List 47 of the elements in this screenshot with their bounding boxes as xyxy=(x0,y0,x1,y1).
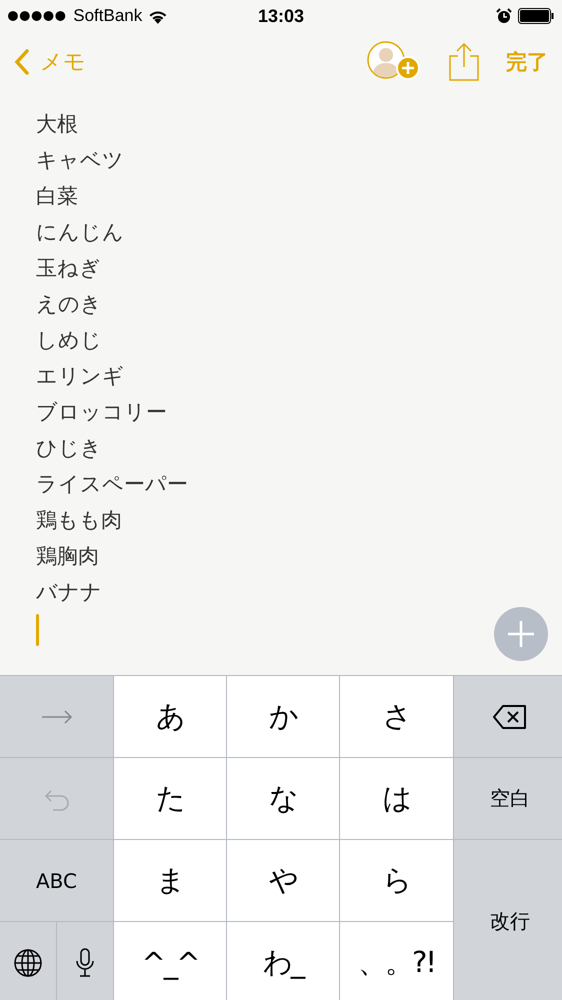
note-line: にんじん xyxy=(36,219,124,246)
note-line: ライスペーパー xyxy=(36,471,188,498)
keyboard-key[interactable]: か xyxy=(227,676,339,757)
wifi-icon xyxy=(148,8,168,24)
share-icon[interactable] xyxy=(448,42,480,82)
keyboard-key[interactable]: 空白 xyxy=(454,758,562,839)
carrier-name: SoftBank xyxy=(73,6,142,26)
note-line: ひじき xyxy=(36,435,102,462)
delete-key[interactable] xyxy=(454,676,562,757)
keyboard-key[interactable]: ら xyxy=(340,840,453,921)
keyboard-key[interactable]: ^_^ xyxy=(114,922,226,1000)
signal-icon xyxy=(8,11,68,21)
return-key[interactable]: 改行 xyxy=(454,840,562,1000)
note-line: 鶏胸肉 xyxy=(36,543,99,570)
add-button[interactable] xyxy=(494,607,548,661)
note-line: 鶏もも肉 xyxy=(36,507,122,534)
note-line: 白菜 xyxy=(36,183,78,210)
text-cursor xyxy=(36,614,39,646)
note-line: バナナ xyxy=(36,579,102,606)
note-line: しめじ xyxy=(36,327,102,354)
note-line: えのき xyxy=(36,291,102,318)
keyboard-key[interactable]: ABC xyxy=(0,840,113,921)
clock-time: 13:03 xyxy=(258,6,304,26)
keyboard-key[interactable]: な xyxy=(227,758,339,839)
note-line: ブロッコリー xyxy=(36,399,167,426)
note-line: エリンギ xyxy=(36,363,124,390)
microphone-key[interactable] xyxy=(57,922,113,1000)
microphone-icon xyxy=(75,948,95,978)
note-line: 大根 xyxy=(36,111,78,138)
keyboard-key[interactable]: さ xyxy=(340,676,453,757)
note-line: キャベツ xyxy=(36,147,124,174)
keyboard-key[interactable]: た xyxy=(114,758,226,839)
keyboard-key[interactable]: わ_ xyxy=(227,922,339,1000)
keyboard-key[interactable]: あ xyxy=(114,676,226,757)
keyboard-key[interactable]: ま xyxy=(114,840,226,921)
delete-icon xyxy=(492,704,528,730)
keyboard-key[interactable]: は xyxy=(340,758,453,839)
globe-icon xyxy=(13,948,43,978)
keyboard-key[interactable]: 、。?! xyxy=(340,922,453,1000)
arrow-icon xyxy=(40,710,72,724)
globe-key[interactable] xyxy=(0,922,56,1000)
plus-icon xyxy=(506,619,536,649)
battery-icon xyxy=(518,8,554,24)
note-line: 玉ねぎ xyxy=(36,255,101,282)
keyboard-key[interactable]: や xyxy=(227,840,339,921)
alarm-icon xyxy=(496,8,512,24)
chevron-icon xyxy=(14,48,30,76)
